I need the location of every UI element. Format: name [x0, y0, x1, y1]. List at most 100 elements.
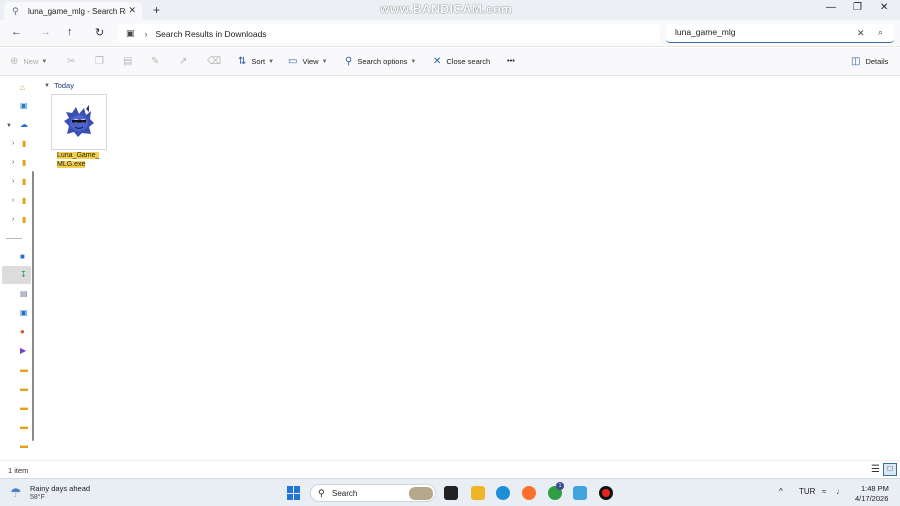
folder-icon[interactable]: ▬: [20, 422, 28, 432]
record-dot-icon: [602, 489, 610, 497]
pinned-folder-icon[interactable]: ▮: [22, 215, 26, 225]
delete-button[interactable]: ⌫: [207, 56, 226, 67]
chevron-down-icon[interactable]: ▼: [6, 121, 12, 131]
scissors-icon: ✂: [67, 56, 76, 67]
more-options-button[interactable]: •••: [507, 56, 515, 65]
clipboard-icon: ▤: [123, 56, 133, 67]
desktop-icon[interactable]: ■: [20, 252, 25, 262]
forward-arrow-icon[interactable]: →: [40, 26, 51, 38]
photos-app-icon[interactable]: [573, 486, 587, 500]
chevron-down-icon: ▼: [268, 58, 275, 65]
share-button[interactable]: ↗: [179, 56, 192, 67]
rename-icon: ✎: [151, 56, 160, 67]
new-tab-button[interactable]: +: [153, 3, 160, 17]
clock-time[interactable]: 1:48 PM: [861, 484, 889, 493]
downloads-icon[interactable]: ↧: [20, 270, 27, 280]
file-name-label[interactable]: Luna_Game_MLG.exe: [57, 151, 105, 169]
start-button[interactable]: [287, 486, 301, 500]
minimize-button[interactable]: —: [826, 2, 836, 13]
pinned-folder-icon[interactable]: ▮: [22, 177, 26, 187]
clear-search-icon[interactable]: ✕: [857, 28, 865, 39]
address-bar[interactable]: ▣ › Search Results in Downloads: [118, 24, 660, 43]
chevron-right-icon[interactable]: ›: [12, 139, 14, 149]
group-header-today[interactable]: ▼ Today: [44, 81, 74, 90]
home-icon[interactable]: ⌂: [20, 83, 25, 93]
windows-logo-tile: [294, 493, 300, 500]
pinned-folder-icon[interactable]: ▮: [22, 139, 26, 149]
command-bar: ⊕ New ▼ ✂ ❐ ▤ ✎ ↗ ⌫ ⇅ Sort ▼ ▭ View ▼ ⚲ …: [0, 48, 900, 76]
tab-search-results[interactable]: ⚲ luna_game_mlg - Search Resu ✕: [4, 2, 142, 20]
weather-temp[interactable]: 58°F: [30, 494, 45, 501]
pinned-folder-icon[interactable]: ▮: [22, 196, 26, 206]
refresh-icon[interactable]: ↻: [95, 26, 104, 39]
windows-logo-tile: [294, 486, 300, 493]
taskbar: ☂ Rainy days ahead 58°F ⚲ Search 1 ^ TUR…: [0, 478, 900, 506]
close-window-button[interactable]: ✕: [880, 2, 888, 13]
speaker-icon[interactable]: ♩: [836, 487, 844, 496]
weather-title[interactable]: Rainy days ahead: [30, 484, 90, 493]
chevron-right-icon[interactable]: ›: [12, 196, 14, 206]
folder-icon[interactable]: ▬: [20, 441, 28, 451]
close-icon: ✕: [433, 56, 442, 67]
taskbar-search[interactable]: ⚲ Search: [310, 484, 436, 502]
details-view-icon[interactable]: ☰: [871, 464, 880, 475]
chevron-down-icon: ▼: [410, 58, 417, 65]
search-options-button[interactable]: ⚲ Search options ▼: [345, 56, 416, 67]
weather-rain-icon[interactable]: ☂: [10, 485, 22, 501]
edge-browser-icon[interactable]: [496, 486, 510, 500]
search-input[interactable]: [675, 27, 845, 37]
folder-icon[interactable]: ▬: [20, 384, 28, 394]
search-icon: ⚲: [318, 488, 325, 498]
documents-icon[interactable]: ▤: [20, 289, 28, 299]
folder-icon[interactable]: ▬: [20, 403, 28, 413]
bandicam-record-icon[interactable]: [599, 486, 613, 500]
file-thumbnail[interactable]: [51, 94, 107, 150]
chevron-down-icon: ▼: [44, 82, 50, 89]
rename-button[interactable]: ✎: [151, 56, 164, 67]
chevron-right-icon[interactable]: ›: [12, 177, 14, 187]
plus-circle-icon: ⊕: [10, 56, 19, 67]
onedrive-icon[interactable]: ☁: [20, 120, 28, 130]
file-explorer-icon[interactable]: [471, 486, 485, 500]
cut-button[interactable]: ✂: [67, 56, 80, 67]
sort-button[interactable]: ⇅ Sort ▼: [238, 56, 274, 67]
back-arrow-icon[interactable]: ←: [11, 26, 22, 38]
view-icon: ▭: [288, 56, 298, 67]
breadcrumb[interactable]: Search Results in Downloads: [156, 29, 267, 39]
nav-scrollbar[interactable]: [32, 171, 34, 441]
music-icon[interactable]: ●: [20, 327, 25, 337]
file-item[interactable]: Luna_Game_MLG.exe: [51, 94, 107, 170]
chevron-right-icon[interactable]: ›: [12, 215, 14, 225]
tab-close-icon[interactable]: ✕: [128, 5, 136, 16]
copy-button[interactable]: ❐: [95, 56, 109, 67]
paste-button[interactable]: ▤: [123, 56, 137, 67]
clock-date[interactable]: 4/17/2026: [855, 494, 888, 503]
up-arrow-icon[interactable]: ↑: [67, 26, 73, 38]
chevron-right-icon[interactable]: ›: [12, 158, 14, 168]
gallery-icon[interactable]: ▣: [20, 101, 28, 111]
search-icon[interactable]: ⌕: [878, 27, 883, 38]
details-button[interactable]: ◫ Details: [851, 56, 888, 67]
pinned-folder-icon[interactable]: ▮: [22, 158, 26, 168]
language-indicator[interactable]: TUR: [799, 487, 815, 496]
terminal-app-icon[interactable]: [444, 486, 458, 500]
videos-icon[interactable]: ▶: [20, 346, 26, 356]
maximize-button[interactable]: ❐: [853, 2, 862, 13]
search-box[interactable]: ✕ ⌕: [666, 24, 894, 43]
firefox-browser-icon[interactable]: [522, 486, 536, 500]
search-icon: ⚲: [12, 6, 19, 16]
pictures-icon[interactable]: ▣: [20, 308, 28, 318]
navigation-pane: ⌂ ▣ ▼ ☁ › ▮ › ▮ › ▮ › ▮ › ▮ ■ ↧ ▤ ▣ ● ▶ …: [0, 76, 34, 460]
tray-overflow-icon[interactable]: ^: [779, 487, 783, 496]
folder-icon[interactable]: ▬: [20, 365, 28, 375]
more-icon: •••: [507, 56, 515, 65]
view-button[interactable]: ▭ View ▼: [288, 56, 328, 67]
sort-icon: ⇅: [238, 56, 247, 67]
new-button[interactable]: ⊕ New ▼: [10, 56, 47, 67]
windows-logo-tile: [287, 493, 293, 500]
breadcrumb-chevron-icon: ›: [144, 28, 148, 39]
large-icons-view-icon[interactable]: □: [883, 463, 897, 476]
wifi-icon[interactable]: ≈: [822, 487, 826, 496]
close-search-button[interactable]: ✕ Close search: [433, 56, 490, 67]
chrome-browser-icon[interactable]: 1: [548, 482, 564, 500]
